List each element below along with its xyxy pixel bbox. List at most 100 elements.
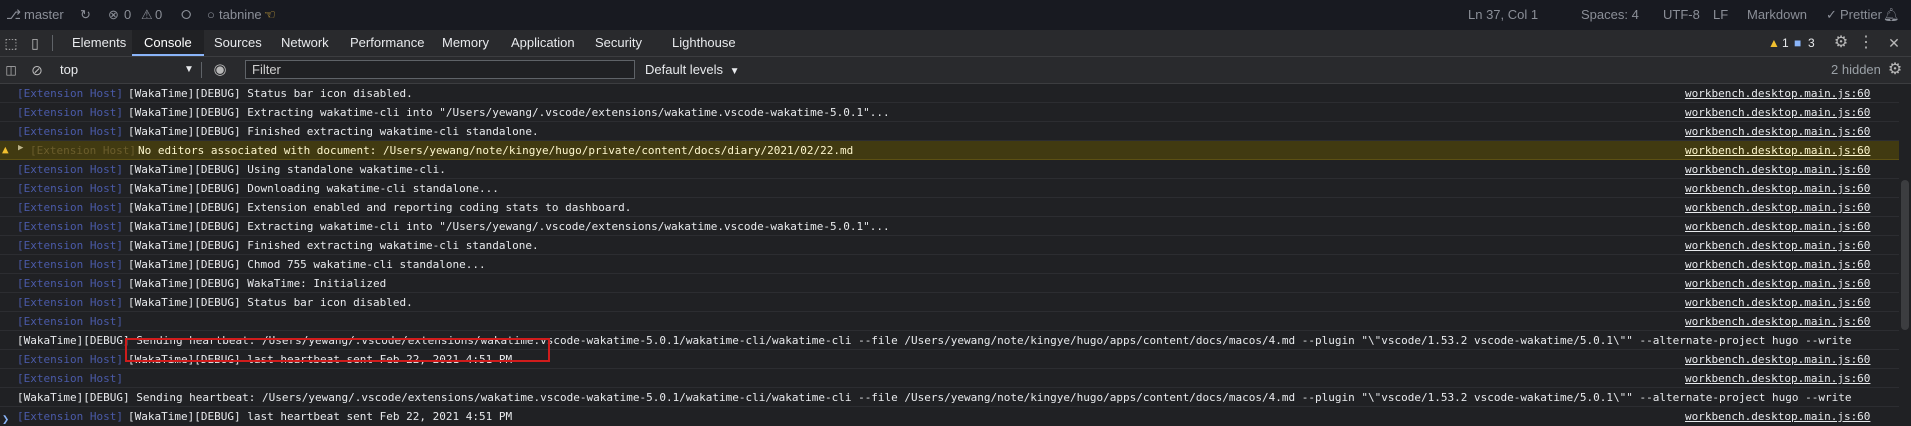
- log-source-link[interactable]: workbench.desktop.main.js:60: [1685, 353, 1870, 366]
- language-mode[interactable]: Markdown: [1747, 0, 1807, 30]
- log-row[interactable]: [Extension Host] [WakaTime][DEBUG] Status…: [0, 84, 1899, 103]
- device-toolbar-icon[interactable]: ▯: [26, 30, 44, 56]
- hidden-count: 2 hidden: [1831, 62, 1881, 77]
- context-selector[interactable]: top ▼: [60, 60, 195, 80]
- dropdown-arrow-icon: ▼: [729, 66, 740, 77]
- inspect-element-icon[interactable]: ⬚: [2, 30, 20, 56]
- live-share-icon[interactable]: ⭘: [181, 0, 191, 30]
- tab-console[interactable]: Console: [132, 30, 204, 56]
- log-source-link[interactable]: workbench.desktop.main.js:60: [1685, 106, 1870, 119]
- log-source-link[interactable]: workbench.desktop.main.js:60: [1685, 315, 1870, 328]
- log-source-link[interactable]: workbench.desktop.main.js:60: [1685, 239, 1870, 252]
- log-row[interactable]: [Extension Host] [WakaTime][DEBUG] last h…: [0, 407, 1899, 425]
- log-message: [WakaTime][DEBUG] Status bar icon disabl…: [128, 296, 413, 309]
- log-source-link[interactable]: workbench.desktop.main.js:60: [1685, 277, 1870, 290]
- log-source-link[interactable]: workbench.desktop.main.js:60: [1685, 372, 1870, 385]
- log-row[interactable]: [Extension Host] [WakaTime][DEBUG] Finish…: [0, 122, 1899, 141]
- log-context: [Extension Host]: [17, 353, 123, 366]
- log-row[interactable]: [Extension Host] [WakaTime][DEBUG] Finish…: [0, 236, 1899, 255]
- log-row-warning[interactable]: ▲ ▶ [Extension Host] No editors associated …: [0, 141, 1899, 160]
- expand-arrow-icon[interactable]: ▶: [18, 143, 23, 153]
- warning-badge-icon[interactable]: ▲: [1768, 30, 1780, 56]
- message-badge-count[interactable]: 3: [1808, 30, 1815, 56]
- log-row[interactable]: [Extension Host] [WakaTime][DEBUG] Extrac…: [0, 103, 1899, 122]
- log-row[interactable]: [WakaTime][DEBUG] Sending heartbeat: /Us…: [0, 388, 1899, 407]
- more-options-icon[interactable]: ⋮: [1858, 30, 1874, 56]
- cursor-position[interactable]: Ln 37, Col 1: [1468, 0, 1538, 30]
- divider: [201, 62, 202, 78]
- error-icon[interactable]: ⊗: [108, 0, 119, 30]
- log-row[interactable]: [Extension Host] [WakaTime][DEBUG] Status…: [0, 293, 1899, 312]
- log-source-link[interactable]: workbench.desktop.main.js:60: [1685, 125, 1870, 138]
- console-settings-gear-icon[interactable]: ⚙: [1886, 57, 1904, 83]
- warning-count[interactable]: 0: [155, 0, 162, 30]
- log-message: [WakaTime][DEBUG] Extracting wakatime-cl…: [128, 220, 890, 233]
- log-source-link[interactable]: workbench.desktop.main.js:60: [1685, 163, 1870, 176]
- log-source-link[interactable]: workbench.desktop.main.js:60: [1685, 201, 1870, 214]
- sidebar-toggle-icon[interactable]: ◫: [2, 57, 20, 83]
- log-context: [Extension Host]: [17, 163, 123, 176]
- tab-memory[interactable]: Memory: [430, 30, 501, 56]
- log-row[interactable]: [Extension Host] [WakaTime][DEBUG] WakaTi…: [0, 274, 1899, 293]
- tab-sources[interactable]: Sources: [202, 30, 274, 56]
- log-row[interactable]: [Extension Host] [WakaTime][DEBUG] Chmod …: [0, 255, 1899, 274]
- log-context: [Extension Host]: [17, 220, 123, 233]
- log-context: [Extension Host]: [17, 372, 123, 385]
- tab-elements[interactable]: Elements: [60, 30, 138, 56]
- log-context: [Extension Host]: [17, 87, 123, 100]
- tabnine-label[interactable]: tabnine: [219, 0, 262, 30]
- log-levels-label: Default levels: [645, 62, 724, 77]
- log-source-link[interactable]: workbench.desktop.main.js:60: [1685, 410, 1870, 423]
- encoding[interactable]: UTF-8: [1663, 0, 1700, 30]
- highlight-box: [125, 338, 550, 362]
- filter-input[interactable]: [245, 60, 635, 79]
- log-message: [WakaTime][DEBUG] Sending heartbeat: /Us…: [17, 391, 1852, 404]
- log-context: [Extension Host]: [17, 277, 123, 290]
- clear-console-icon[interactable]: ⊘: [28, 57, 46, 83]
- log-source-link[interactable]: workbench.desktop.main.js:60: [1685, 182, 1870, 195]
- live-expression-eye-icon[interactable]: ◉: [210, 57, 230, 83]
- console-log: [Extension Host] [WakaTime][DEBUG] Status…: [0, 84, 1899, 425]
- log-source-link[interactable]: workbench.desktop.main.js:60: [1685, 296, 1870, 309]
- close-icon[interactable]: ✕: [1886, 30, 1902, 56]
- console-prompt-icon[interactable]: ❯: [2, 412, 9, 426]
- log-context: [Extension Host]: [17, 201, 123, 214]
- warning-icon[interactable]: ⚠: [141, 0, 153, 30]
- end-of-line[interactable]: LF: [1713, 0, 1728, 30]
- tab-lighthouse[interactable]: Lighthouse: [660, 30, 748, 56]
- prettier-status[interactable]: Prettier: [1840, 0, 1882, 30]
- log-row[interactable]: [Extension Host] workbench.desktop.main.j…: [0, 369, 1899, 388]
- warning-badge-count[interactable]: 1: [1782, 30, 1789, 56]
- log-row[interactable]: [Extension Host] workbench.desktop.main.j…: [0, 312, 1899, 331]
- scrollbar-thumb[interactable]: [1901, 180, 1909, 330]
- settings-gear-icon[interactable]: ⚙: [1832, 30, 1850, 56]
- log-source-link[interactable]: workbench.desktop.main.js:60: [1685, 258, 1870, 271]
- log-source-link[interactable]: workbench.desktop.main.js:60: [1685, 220, 1870, 233]
- sync-icon[interactable]: ↻: [80, 0, 91, 30]
- log-source-link[interactable]: workbench.desktop.main.js:60: [1685, 144, 1870, 157]
- message-badge-icon[interactable]: ■: [1794, 30, 1801, 56]
- log-message: [WakaTime][DEBUG] Status bar icon disabl…: [128, 87, 413, 100]
- log-context: [Extension Host]: [17, 296, 123, 309]
- tab-performance[interactable]: Performance: [338, 30, 436, 56]
- console-toolbar: ◫ ⊘ top ▼ ◉ Default levels ▼ 2 hidden ⚙: [0, 57, 1911, 84]
- tab-security[interactable]: Security: [583, 30, 654, 56]
- tab-network[interactable]: Network: [269, 30, 341, 56]
- log-levels-dropdown[interactable]: Default levels ▼: [645, 57, 740, 83]
- tab-application[interactable]: Application: [499, 30, 587, 56]
- log-message: [WakaTime][DEBUG] last heartbeat sent Fe…: [128, 410, 513, 423]
- error-count[interactable]: 0: [124, 0, 131, 30]
- tabnine-icon: ○: [207, 7, 215, 22]
- log-row[interactable]: [Extension Host] [WakaTime][DEBUG] Using …: [0, 160, 1899, 179]
- branch-name[interactable]: master: [24, 0, 64, 30]
- indentation[interactable]: Spaces: 4: [1581, 0, 1639, 30]
- log-context: [Extension Host]: [17, 125, 123, 138]
- bell-icon[interactable]: 🔔︎: [1883, 0, 1900, 30]
- log-row[interactable]: [Extension Host] [WakaTime][DEBUG] Downlo…: [0, 179, 1899, 198]
- log-message: [WakaTime][DEBUG] Downloading wakatime-c…: [128, 182, 499, 195]
- log-message: [WakaTime][DEBUG] WakaTime: Initialized: [128, 277, 387, 290]
- log-message: [WakaTime][DEBUG] Finished extracting wa…: [128, 125, 539, 138]
- log-row[interactable]: [Extension Host] [WakaTime][DEBUG] Extrac…: [0, 217, 1899, 236]
- log-source-link[interactable]: workbench.desktop.main.js:60: [1685, 87, 1870, 100]
- log-row[interactable]: [Extension Host] [WakaTime][DEBUG] Extens…: [0, 198, 1899, 217]
